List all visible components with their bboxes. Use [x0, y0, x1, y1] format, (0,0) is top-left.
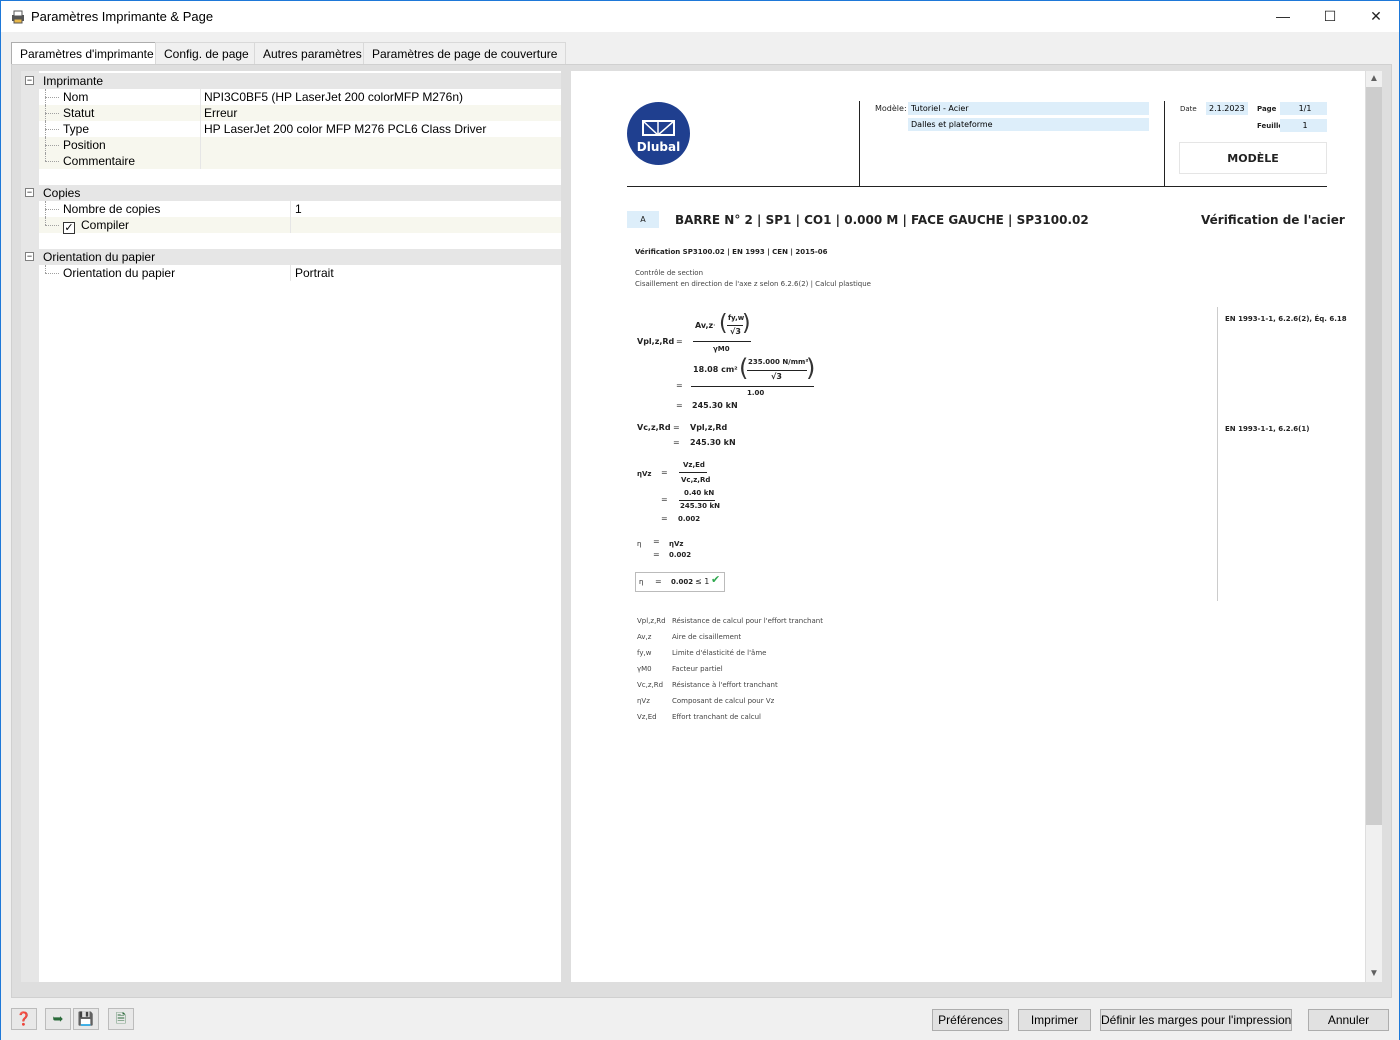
copies-count-row[interactable]: Nombre de copies 1	[39, 201, 561, 217]
property-row[interactable]: Commentaire	[39, 153, 561, 169]
stamp: MODÈLE	[1179, 142, 1327, 174]
collapse-icon[interactable]: −	[25, 252, 34, 261]
page-field: 1/1	[1280, 102, 1327, 115]
tab-other-settings[interactable]: Autres paramètres	[254, 42, 371, 64]
maximize-button[interactable]: ☐	[1307, 1, 1353, 32]
report-heading: BARRE N° 2 | SP1 | CO1 | 0.000 M | FACE …	[675, 213, 1089, 227]
minimize-button[interactable]: —	[1260, 1, 1306, 32]
tab-printer-settings[interactable]: Paramètres d'imprimante	[11, 42, 163, 65]
window-title: Paramètres Imprimante & Page	[31, 9, 214, 24]
section-marker: A	[627, 211, 659, 228]
collapse-icon[interactable]: −	[25, 76, 34, 85]
report-heading-right: Vérification de l'acier	[1201, 213, 1345, 227]
page-settings-button[interactable]: 🗎	[108, 1008, 134, 1030]
model-sub-field: Dalles et plateforme	[908, 118, 1149, 131]
category-orientation[interactable]: − Orientation du papier	[21, 249, 561, 265]
save-settings-button[interactable]: 💾	[73, 1008, 99, 1030]
tab-page-config[interactable]: Config. de page	[155, 42, 258, 64]
cancel-button[interactable]: Annuler	[1308, 1009, 1389, 1031]
export-button[interactable]: ➥	[45, 1008, 71, 1030]
property-row[interactable]: Statut Erreur	[39, 105, 561, 121]
collate-label: Compiler	[81, 218, 130, 232]
dlubal-logo: Dlubal	[627, 102, 690, 165]
tab-cover-page-settings[interactable]: Paramètres de page de couverture	[363, 42, 567, 64]
orientation-row[interactable]: Orientation du papier Portrait	[39, 265, 561, 281]
scroll-down-icon[interactable]: ▼	[1366, 966, 1382, 982]
property-row[interactable]: Position	[39, 137, 561, 153]
export-icon: ➥	[52, 1011, 64, 1026]
print-preview: Dlubal Modèle: Tutoriel - Acier Dalles e…	[571, 71, 1365, 982]
category-copies[interactable]: − Copies	[21, 185, 561, 201]
preferences-button[interactable]: Préférences	[932, 1009, 1009, 1031]
print-button[interactable]: Imprimer	[1018, 1009, 1091, 1031]
copies-count-input[interactable]: 1	[295, 202, 302, 216]
help-icon: ❓	[15, 1011, 33, 1026]
orientation-select[interactable]: Portrait	[295, 266, 334, 280]
scroll-up-icon[interactable]: ▲	[1366, 71, 1382, 87]
sheet-field: 1	[1280, 119, 1327, 132]
document-icon: 🗎	[115, 1011, 127, 1026]
close-button[interactable]: ✕	[1353, 1, 1399, 32]
date-field: 2.1.2023	[1206, 102, 1248, 115]
preview-scrollbar[interactable]: ▲ ▼	[1366, 71, 1382, 982]
collapse-icon[interactable]: −	[25, 188, 34, 197]
dialog-window: Paramètres Imprimante & Page — ☐ ✕ Param…	[0, 0, 1400, 1040]
printer-app-icon	[10, 9, 26, 25]
check-ok-icon: ✔	[711, 573, 721, 586]
scroll-thumb[interactable]	[1366, 87, 1382, 825]
property-row[interactable]: Type HP LaserJet 200 color MFP M276 PCL6…	[39, 121, 561, 137]
model-field: Tutoriel - Acier	[908, 102, 1149, 115]
category-printer[interactable]: − Imprimante	[21, 73, 561, 89]
collate-row[interactable]: ✓ Compiler	[39, 217, 561, 234]
save-icon: 💾	[77, 1011, 95, 1026]
collate-checkbox[interactable]: ✓	[63, 222, 75, 234]
property-row[interactable]: Nom NPI3C0BF5 (HP LaserJet 200 colorMFP …	[39, 89, 561, 105]
title-bar: Paramètres Imprimante & Page — ☐ ✕	[1, 1, 1399, 32]
set-margins-button[interactable]: Définir les marges pour l'impression	[1100, 1009, 1292, 1031]
property-grid: − Imprimante Nom NPI3C0BF5 (HP LaserJet …	[21, 71, 561, 982]
help-button[interactable]: ❓	[11, 1008, 37, 1030]
